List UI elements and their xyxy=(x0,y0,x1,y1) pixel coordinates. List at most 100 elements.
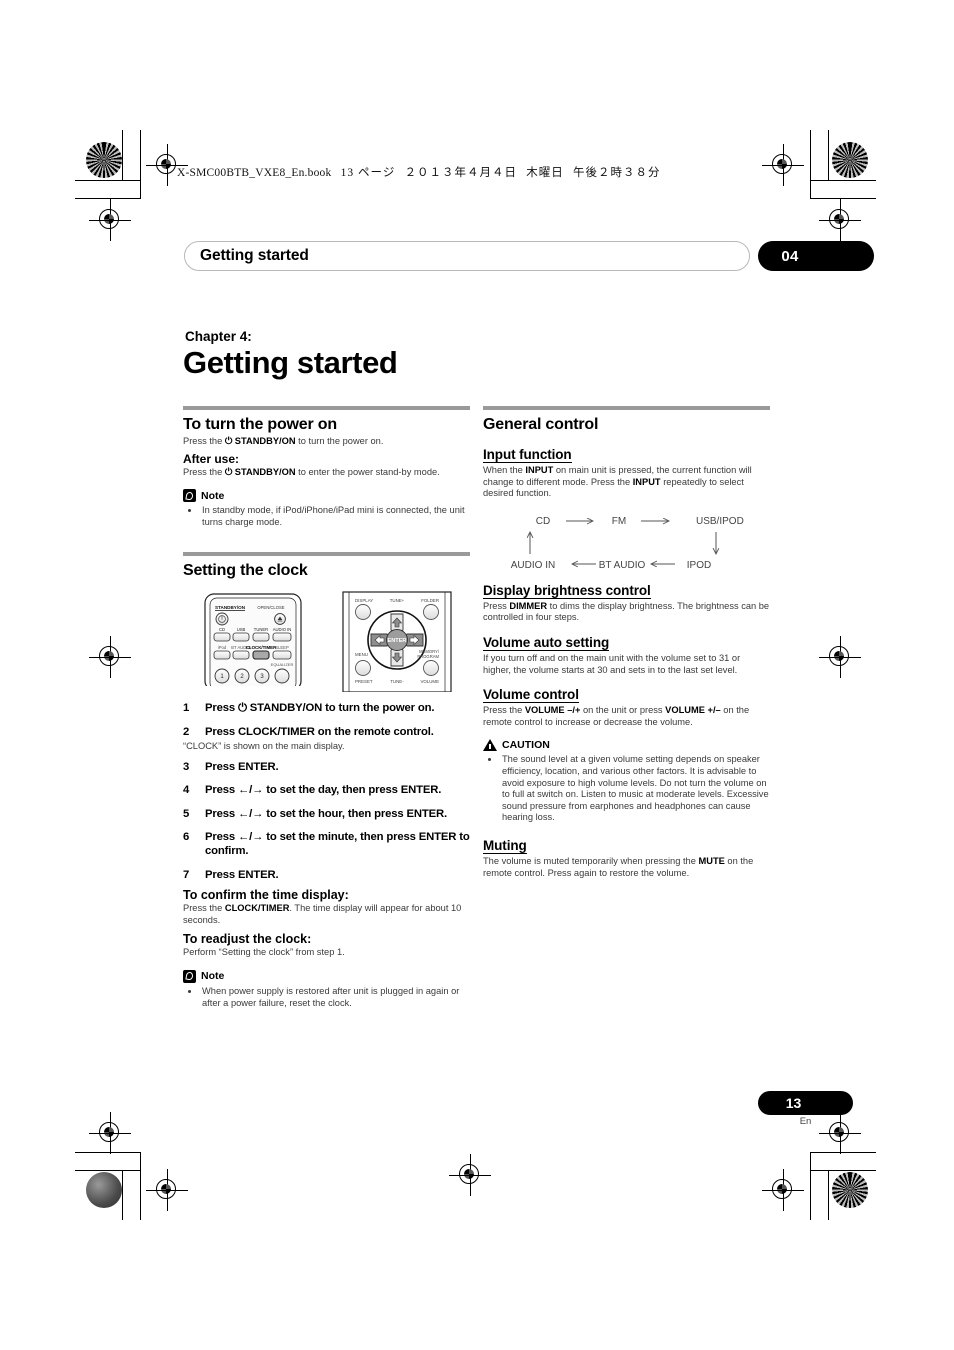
step-text: Press CLOCK/TIMER on the remote control. xyxy=(205,725,434,738)
svg-text:IPOD: IPOD xyxy=(687,560,711,571)
step-number: 5 xyxy=(183,807,190,820)
crop-line xyxy=(122,130,123,180)
step-item: 6 Press ←/→ to set the minute, then pres… xyxy=(183,831,470,858)
after-use-text: Press the ⏻ STANDBY/ON to enter the powe… xyxy=(183,467,470,479)
crop-line xyxy=(828,130,829,180)
note-header: Note xyxy=(183,969,470,983)
text-run: to turn the power on. xyxy=(295,436,384,446)
note-block-power: Note In standby mode, if iPod/iPhone/iPa… xyxy=(183,489,470,528)
input-cycle-diagram: CD FM USB/IPOD IPOD BT AUDIO AUDIO IN xyxy=(511,516,744,571)
note-icon xyxy=(183,489,196,503)
registration-mark xyxy=(449,1154,491,1196)
svg-text:TUNE-: TUNE- xyxy=(390,679,404,684)
step-number: 3 xyxy=(183,760,190,773)
registration-mark xyxy=(89,199,131,241)
svg-text:USB: USB xyxy=(237,627,246,632)
registration-mark xyxy=(89,1112,131,1154)
step-item: 4 Press ←/→ to set the day, then press E… xyxy=(183,784,470,798)
right-column: General control Input function When the … xyxy=(483,406,770,879)
crop-line xyxy=(810,130,811,198)
section-heading-power: To turn the power on xyxy=(183,416,337,433)
step-text: Press ⏻ STANDBY/ON to turn the power on. xyxy=(205,702,435,715)
running-head-title: Getting started xyxy=(200,247,309,264)
note-block-clock: Note When power supply is restored after… xyxy=(183,969,470,1009)
step-text: Press ENTER. xyxy=(205,868,279,881)
subheading-volume-auto: Volume auto setting xyxy=(483,634,610,651)
header-page-marker: 13 ページ xyxy=(340,167,396,179)
note-bullet-list: In standby mode, if iPod/iPhone/iPad min… xyxy=(183,505,470,528)
svg-text:EQUALIZER: EQUALIZER xyxy=(271,662,294,667)
svg-text:AUDIO IN: AUDIO IN xyxy=(273,627,292,632)
text-run: on the unit or press xyxy=(580,705,666,716)
svg-text:CLOCK/TIMER: CLOCK/TIMER xyxy=(246,645,277,650)
list-item: The sound level at a given volume settin… xyxy=(500,754,770,824)
step-text: Press ←/→ to set the hour, then press EN… xyxy=(205,807,447,820)
mute-bold: MUTE xyxy=(698,855,725,866)
svg-text:USB/IPOD: USB/IPOD xyxy=(696,516,744,527)
text-run: Press the xyxy=(183,436,225,446)
crop-line xyxy=(75,198,141,199)
chapter-number: 04 xyxy=(781,247,799,265)
crop-line xyxy=(75,1152,141,1153)
section-rule xyxy=(183,406,470,410)
density-dot xyxy=(86,1172,122,1208)
warning-triangle-icon xyxy=(483,739,497,752)
caution-label: CAUTION xyxy=(502,739,550,752)
crop-line xyxy=(140,1152,141,1220)
svg-text:STANDBY/ON: STANDBY/ON xyxy=(215,605,246,610)
crop-line xyxy=(810,1152,811,1220)
crop-line xyxy=(140,130,141,198)
registration-mark xyxy=(762,144,804,186)
step-number: 7 xyxy=(183,868,190,881)
readjust-clock-heading: To readjust the clock: xyxy=(183,932,312,947)
input-function-text: When the INPUT on main unit is pressed, … xyxy=(483,465,770,500)
readjust-clock-text: Perform “Setting the clock” from step 1. xyxy=(183,947,345,958)
volume-bold: VOLUME +/– xyxy=(665,705,721,716)
volume-bold: VOLUME –/+ xyxy=(524,705,581,716)
list-item: In standby mode, if iPod/iPhone/iPad min… xyxy=(200,505,470,528)
caution-header: CAUTION xyxy=(483,739,770,752)
step-number: 1 xyxy=(183,702,190,715)
text-run: Press xyxy=(483,600,510,611)
input-bold: INPUT xyxy=(632,476,661,487)
page-title: Getting started xyxy=(183,345,398,380)
confirm-time-heading: To confirm the time display: xyxy=(183,888,349,903)
svg-text:ENTER: ENTER xyxy=(388,638,407,644)
remote-control-illustration: STANDBY/ON OPEN/CLOSE CD USB TUNER AUDIO… xyxy=(183,590,470,693)
power-intro-text: Press the ⏻ STANDBY/ON to turn the power… xyxy=(183,436,470,448)
svg-text:AUDIO IN: AUDIO IN xyxy=(511,560,555,571)
crop-line xyxy=(810,180,876,181)
header-filename: X-SMC00BTB_VXE8_En.book xyxy=(177,167,332,179)
svg-text:FM: FM xyxy=(612,516,626,527)
page-number: 13 xyxy=(785,1095,802,1111)
svg-text:iPod: iPod xyxy=(218,645,227,650)
crop-line xyxy=(75,180,141,181)
display-brightness-text: Press DIMMER to dims the display brightn… xyxy=(483,601,770,624)
crop-line xyxy=(828,1170,829,1220)
dimmer-bold: DIMMER xyxy=(509,600,548,611)
note-bullet-list: When power supply is restored after unit… xyxy=(183,986,470,1009)
section-rule xyxy=(483,406,770,410)
svg-text:MENU: MENU xyxy=(355,652,368,657)
subheading-input-function: Input function xyxy=(483,447,572,463)
note-label: Note xyxy=(201,489,225,502)
svg-text:TUNER: TUNER xyxy=(254,627,268,632)
step-item: 3 Press ENTER. xyxy=(183,761,470,775)
text-run: Press the xyxy=(483,705,525,716)
caution-bullet-list: The sound level at a given volume settin… xyxy=(483,754,770,824)
svg-text:OPEN/CLOSE: OPEN/CLOSE xyxy=(257,605,284,610)
text-run: Press the xyxy=(183,903,225,914)
subheading-display-brightness: Display brightness control xyxy=(483,582,651,599)
text-run: When the xyxy=(483,465,526,475)
page-language: En xyxy=(799,1116,812,1127)
left-column: To turn the power on Press the ⏻ STANDBY… xyxy=(183,406,470,1009)
svg-text:SLEEP: SLEEP xyxy=(275,645,289,650)
standby-on-bold: ⏻ STANDBY/ON xyxy=(224,466,296,477)
header-date: ２０１３年４月４日 xyxy=(404,167,518,179)
chapter-number-badge: 04 xyxy=(758,241,874,271)
step-number: 4 xyxy=(183,784,190,797)
step-note: “CLOCK” is shown on the main display. xyxy=(183,740,345,751)
crop-line xyxy=(810,1170,876,1171)
crop-line xyxy=(810,198,876,199)
svg-text:FOLDER: FOLDER xyxy=(421,598,439,603)
